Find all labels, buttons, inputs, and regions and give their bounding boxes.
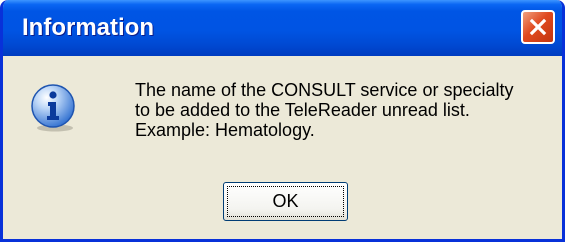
focus-ring [227,186,344,217]
dialog-title: Information [22,14,154,41]
close-icon [529,18,547,36]
title-bar[interactable]: Information [3,0,562,56]
ok-button[interactable]: OK [223,182,348,221]
dialog-body: The name of the CONSULT service or speci… [3,56,562,239]
close-button[interactable] [521,10,555,44]
information-dialog: Information The name of the CONSULT serv… [0,0,565,242]
information-icon [31,84,75,132]
message-text: The name of the CONSULT service or speci… [135,80,514,140]
